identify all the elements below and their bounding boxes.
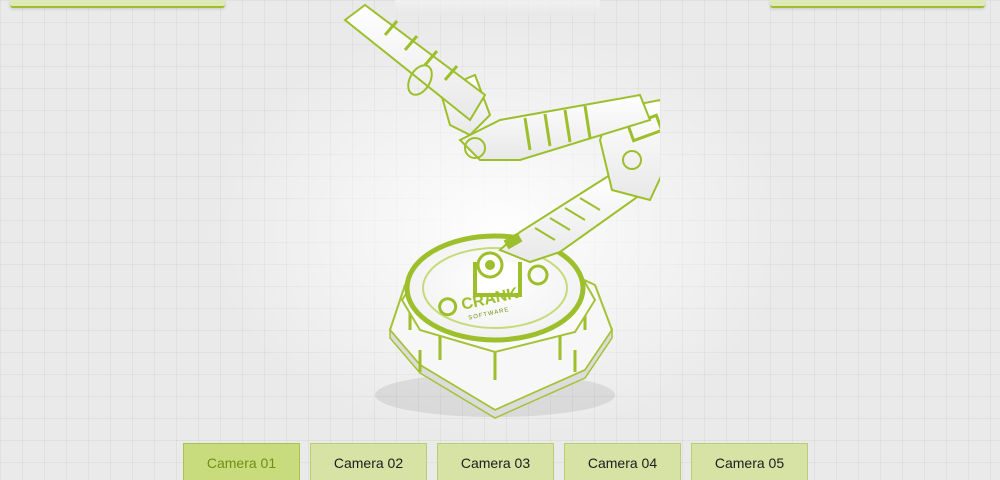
top-right-panel-tab[interactable] <box>770 0 985 8</box>
camera-selector: Camera 01 Camera 02 Camera 03 Camera 04 … <box>183 443 809 480</box>
robot-arm-model: CRANK SOFTWARE <box>343 3 660 419</box>
camera-01-button[interactable]: Camera 01 <box>183 443 300 480</box>
camera-02-button[interactable]: Camera 02 <box>310 443 427 480</box>
camera-04-button[interactable]: Camera 04 <box>564 443 681 480</box>
camera-05-button[interactable]: Camera 05 <box>691 443 808 480</box>
viewport-3d[interactable]: CRANK SOFTWARE Camera 01 Camera 02 Camer… <box>0 0 1000 480</box>
camera-03-button[interactable]: Camera 03 <box>437 443 554 480</box>
top-left-panel-tab[interactable] <box>10 0 225 8</box>
